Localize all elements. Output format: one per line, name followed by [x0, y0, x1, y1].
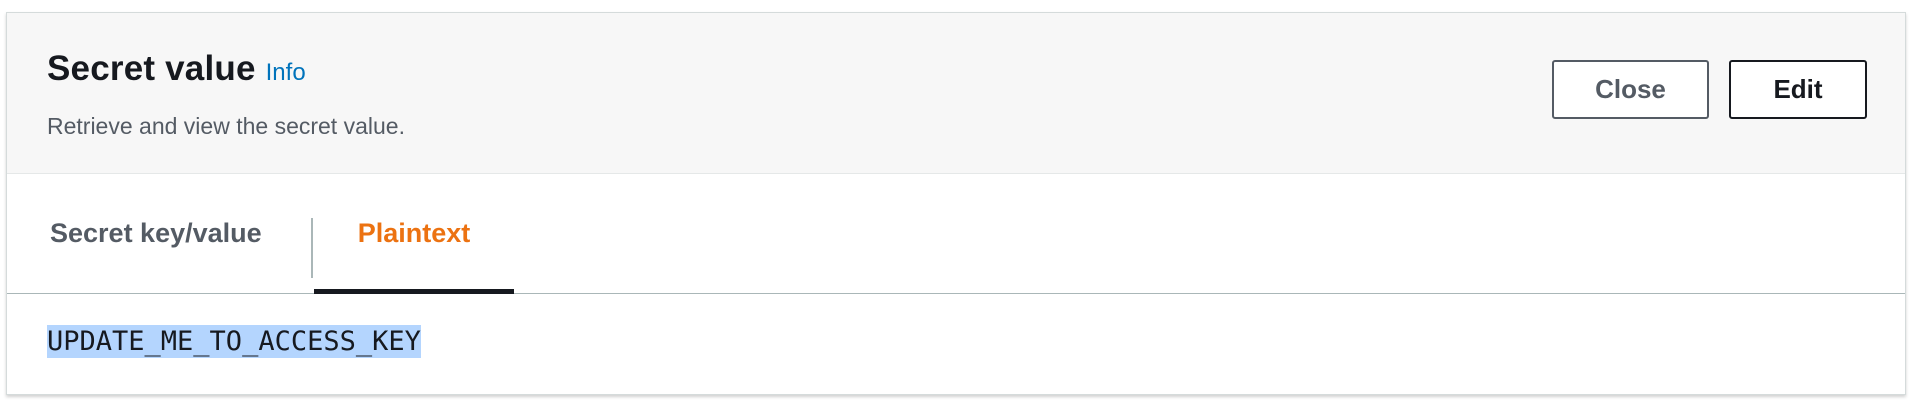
tab-secret-key-value[interactable]: Secret key/value — [50, 174, 262, 293]
info-link[interactable]: Info — [266, 59, 306, 87]
active-tab-indicator — [314, 289, 514, 294]
edit-button[interactable]: Edit — [1729, 60, 1867, 119]
page-title: Secret value — [47, 49, 256, 88]
secret-plaintext-value[interactable]: UPDATE_ME_TO_ACCESS_KEY — [47, 325, 421, 358]
page-description: Retrieve and view the secret value. — [47, 113, 405, 139]
tab-plaintext[interactable]: Plaintext — [314, 174, 514, 293]
secret-value-panel: Secret value Info Retrieve and view the … — [6, 12, 1906, 395]
close-button[interactable]: Close — [1552, 60, 1709, 119]
tab-divider — [311, 218, 313, 278]
panel-header: Secret value Info Retrieve and view the … — [7, 13, 1905, 174]
tab-bar: Secret key/value Plaintext — [7, 174, 1905, 294]
title-row: Secret value Info — [47, 49, 306, 89]
plaintext-content: UPDATE_ME_TO_ACCESS_KEY — [47, 325, 421, 358]
